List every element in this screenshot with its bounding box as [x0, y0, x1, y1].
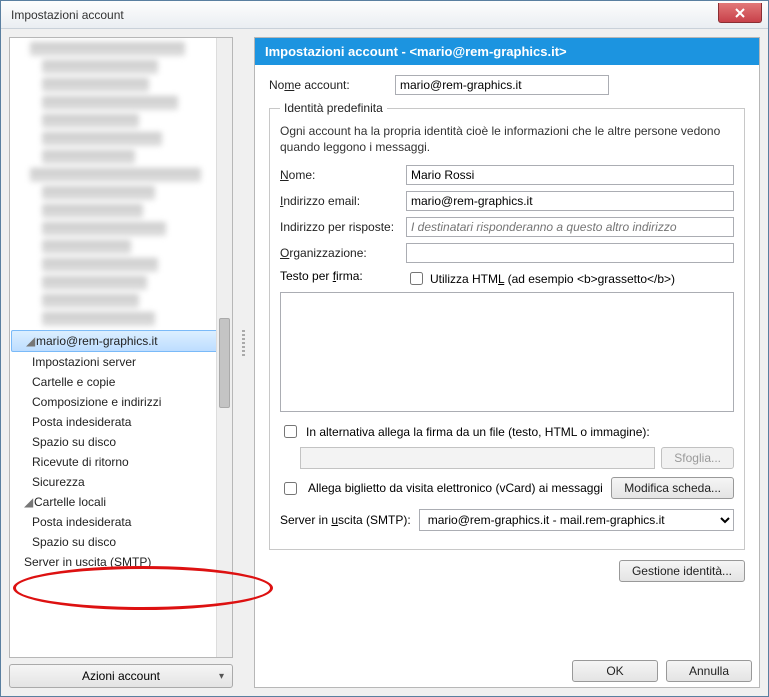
tree-account-label: mario@rem-graphics.it — [36, 334, 158, 348]
signature-textarea[interactable] — [280, 292, 734, 412]
ok-button[interactable]: OK — [572, 660, 658, 682]
dialog-body: ◢mario@rem-graphics.it Impostazioni serv… — [1, 29, 768, 696]
titlebar: Impostazioni account — [1, 1, 768, 29]
account-tree: ◢mario@rem-graphics.it Impostazioni serv… — [9, 37, 233, 658]
tree-local-folders[interactable]: ◢Cartelle locali — [10, 492, 232, 512]
attach-vcard-label: Allega biglietto da visita elettronico (… — [308, 481, 603, 495]
panel-header: Impostazioni account - <mario@rem-graphi… — [255, 38, 759, 65]
scrollbar-thumb[interactable] — [219, 318, 230, 408]
identity-legend: Identità predefinita — [280, 101, 387, 115]
tree-item-outgoing-smtp[interactable]: Server in uscita (SMTP) — [10, 552, 232, 572]
cancel-button[interactable]: Annulla — [666, 660, 752, 682]
tree-item-junk[interactable]: Posta indesiderata — [10, 412, 232, 432]
use-html-checkbox[interactable] — [410, 272, 423, 285]
manage-identities-button[interactable]: Gestione identità... — [619, 560, 745, 582]
tree-item-folders[interactable]: Cartelle e copie — [10, 372, 232, 392]
attach-file-signature-label: In alternativa allega la firma da un fil… — [306, 425, 650, 439]
name-input[interactable] — [406, 165, 734, 185]
window-title: Impostazioni account — [11, 8, 124, 22]
tree-item-composition[interactable]: Composizione e indirizzi — [10, 392, 232, 412]
name-label: Nome: — [280, 168, 400, 182]
blurred-other-accounts — [10, 38, 232, 326]
reply-label: Indirizzo per risposte: — [280, 220, 400, 234]
attach-file-signature-checkbox[interactable] — [284, 425, 297, 438]
account-actions-label: Azioni account — [82, 669, 160, 683]
reply-input[interactable] — [406, 217, 734, 237]
caret-down-icon: ▾ — [219, 671, 224, 682]
account-settings-window: Impostazioni account — [0, 0, 769, 697]
tree-item-disk-space[interactable]: Spazio su disco — [10, 432, 232, 452]
attach-vcard-checkbox[interactable] — [284, 482, 297, 495]
signature-label: Testo per firma: — [280, 269, 400, 283]
tree-item-local-disk[interactable]: Spazio su disco — [10, 532, 232, 552]
tree-scrollbar[interactable] — [216, 38, 232, 657]
tree-item-security[interactable]: Sicurezza — [10, 472, 232, 492]
account-name-input[interactable] — [395, 75, 609, 95]
tree-item-return-receipts[interactable]: Ricevute di ritorno — [10, 452, 232, 472]
organization-input[interactable] — [406, 243, 734, 263]
splitter-grip-icon — [242, 330, 245, 358]
smtp-label: Server in uscita (SMTP): — [280, 513, 411, 527]
main-panel: Impostazioni account - <mario@rem-graphi… — [254, 37, 760, 688]
identity-description: Ogni account ha la propria identità cioè… — [280, 123, 734, 155]
tree-item-local-junk[interactable]: Posta indesiderata — [10, 512, 232, 532]
use-html-label: Utilizza HTML (ad esempio <b>grassetto</… — [430, 272, 675, 286]
smtp-select[interactable]: mario@rem-graphics.it - mail.rem-graphic… — [419, 509, 734, 531]
email-input[interactable] — [406, 191, 734, 211]
identity-fieldset: Identità predefinita Ogni account ha la … — [269, 101, 745, 550]
close-button[interactable] — [718, 3, 762, 23]
browse-button[interactable]: Sfoglia... — [661, 447, 734, 469]
email-label: Indirizzo email: — [280, 194, 400, 208]
account-name-label: Nome account: — [269, 78, 389, 92]
organization-label: Organizzazione: — [280, 246, 400, 260]
sidebar: ◢mario@rem-graphics.it Impostazioni serv… — [9, 37, 233, 688]
tree-item-server-settings[interactable]: Impostazioni server — [10, 352, 232, 372]
tree-account-root[interactable]: ◢mario@rem-graphics.it — [11, 330, 231, 352]
edit-card-button[interactable]: Modifica scheda... — [611, 477, 734, 499]
dialog-footer: OK Annulla — [572, 660, 752, 682]
tree-local-folders-label: Cartelle locali — [34, 495, 106, 509]
splitter[interactable] — [241, 37, 246, 688]
account-actions-button[interactable]: Azioni account ▾ — [9, 664, 233, 688]
signature-file-path-input — [300, 447, 655, 469]
close-icon — [734, 7, 746, 19]
